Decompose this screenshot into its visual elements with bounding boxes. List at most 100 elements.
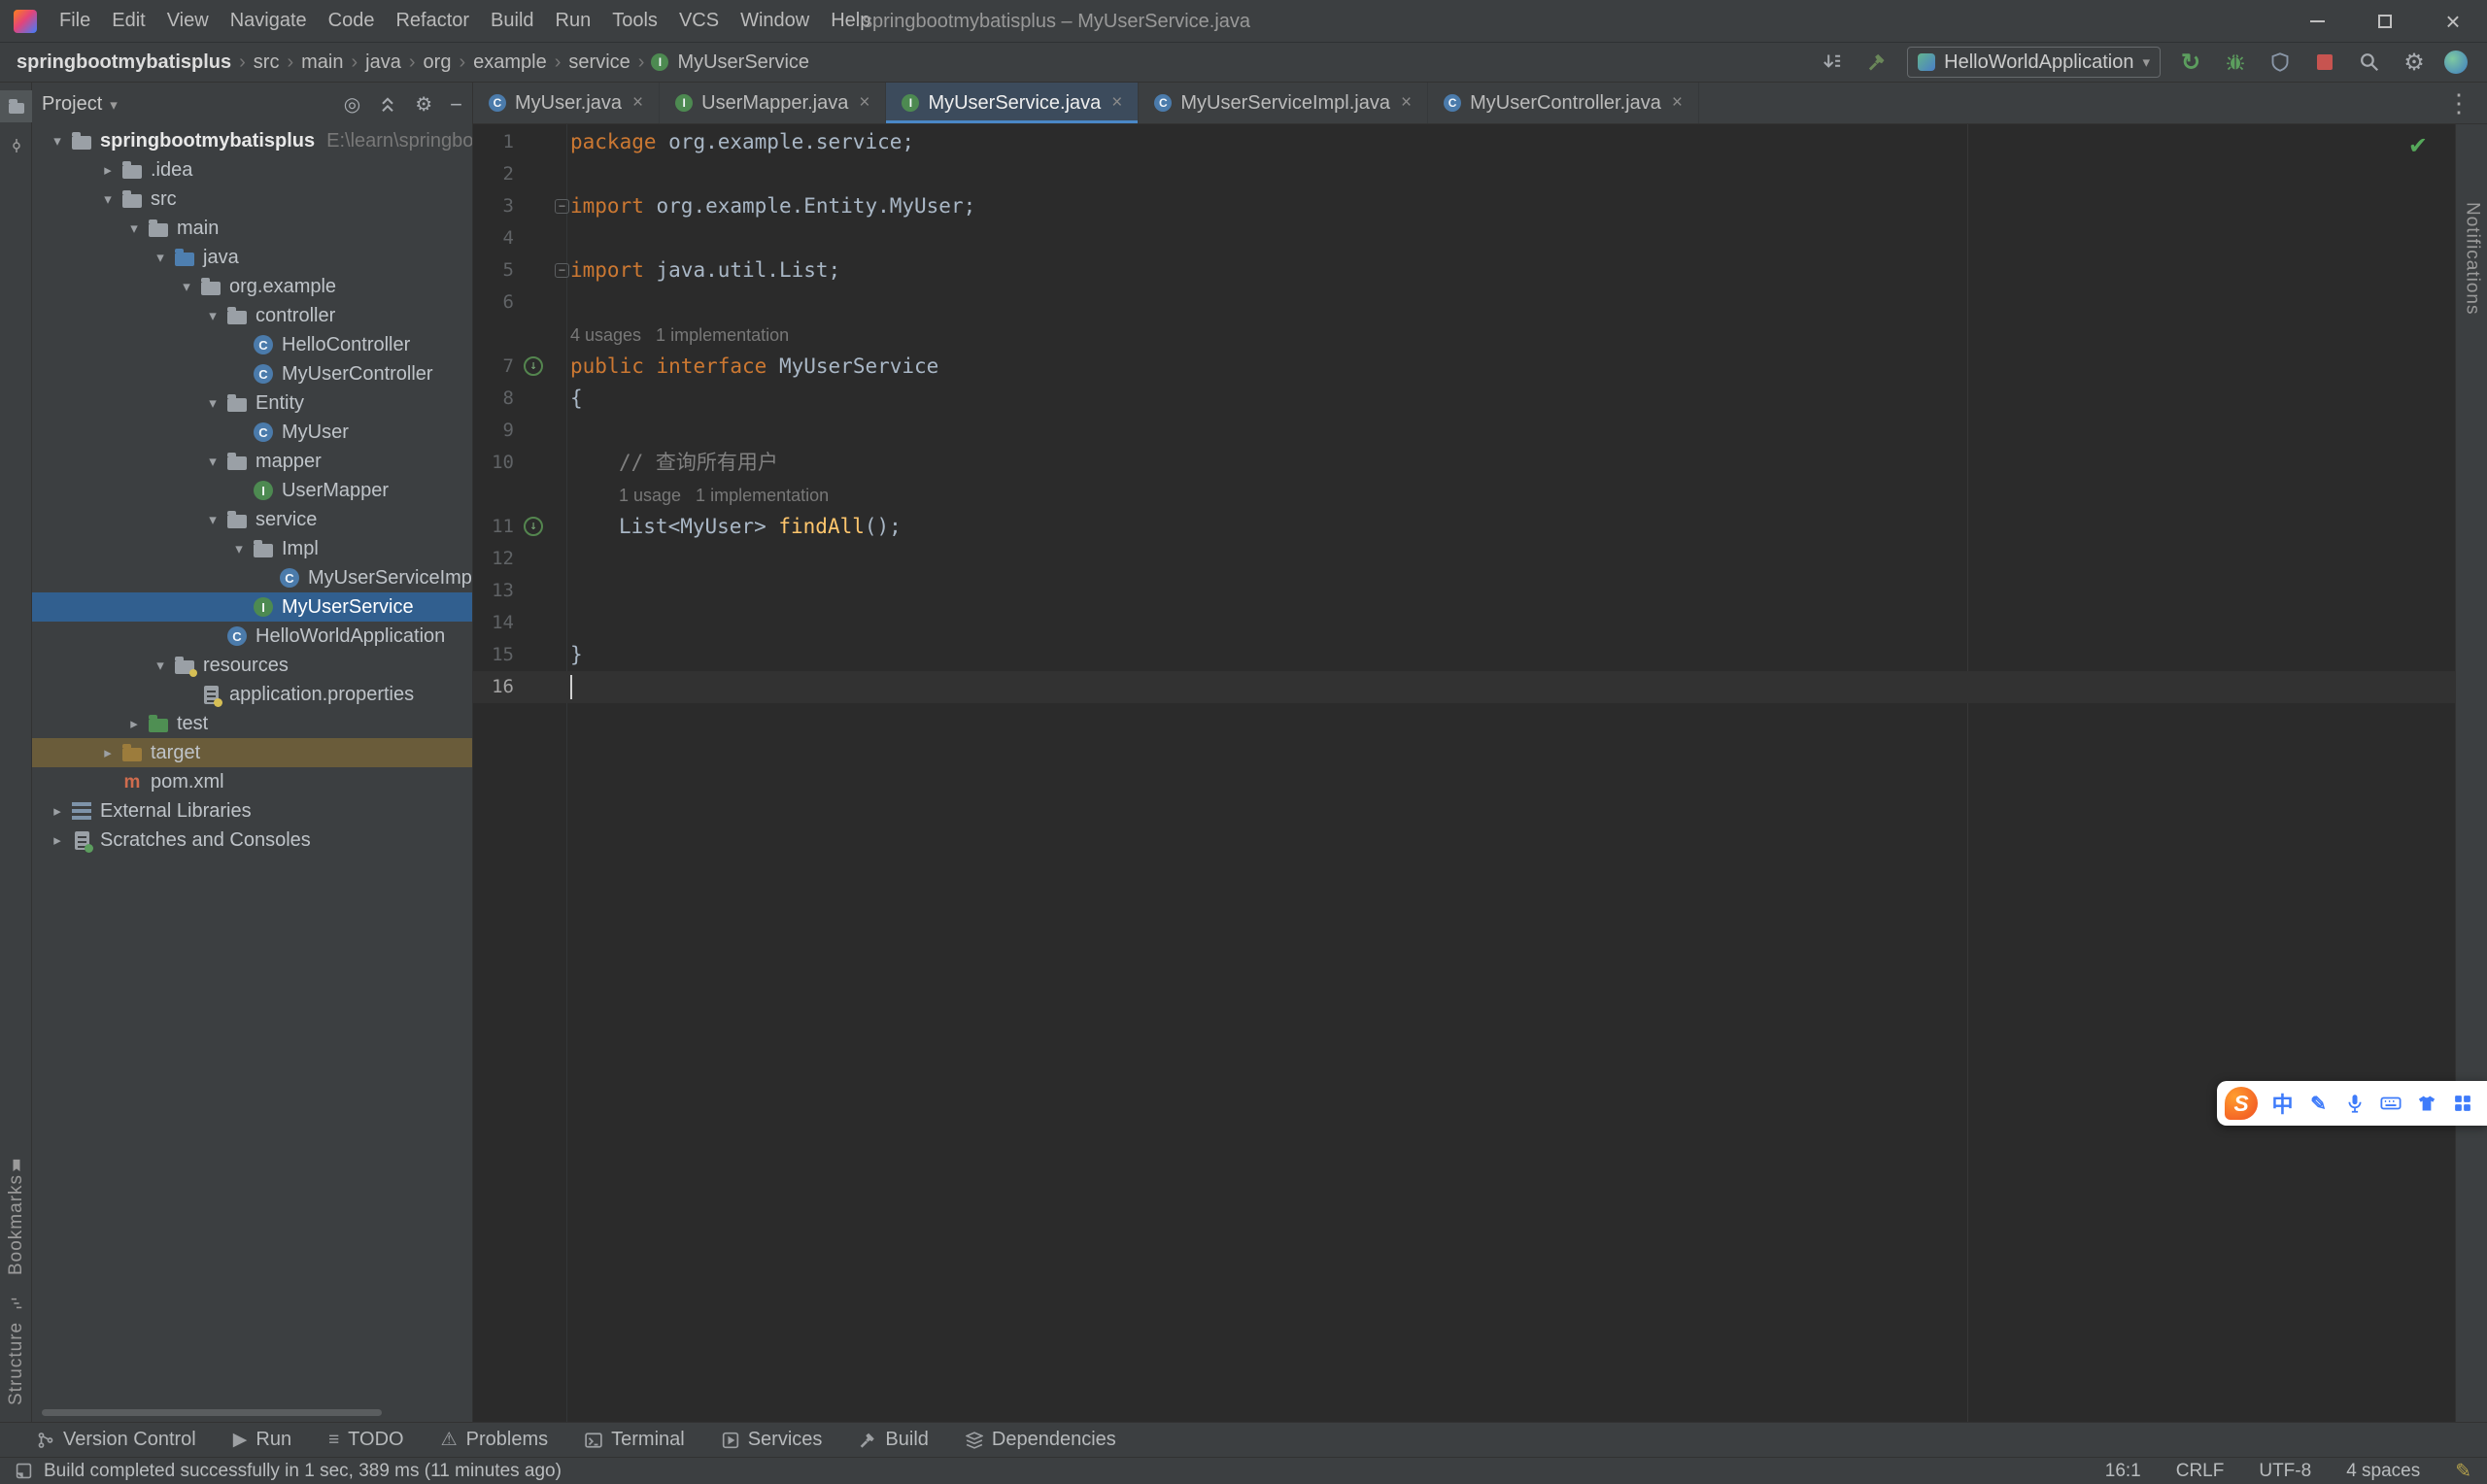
chevron-icon[interactable] [201, 453, 224, 470]
indent-size[interactable]: 4 spaces [2346, 1461, 2420, 1482]
tree-item-resources[interactable]: resources [32, 651, 472, 680]
tree-item-myusercontroller[interactable]: MyUserController [32, 359, 472, 388]
line-number[interactable]: 5 [473, 254, 514, 287]
inlay-hint-line[interactable]: 1 usage 1 implementation [473, 479, 2455, 511]
menu-code[interactable]: Code [318, 0, 386, 42]
line-number[interactable]: 16 [473, 671, 514, 703]
code-line[interactable]: 3import org.example.Entity.MyUser; [473, 190, 2455, 222]
chevron-icon[interactable] [149, 249, 172, 266]
ime-skin-icon[interactable] [2408, 1094, 2444, 1113]
tree-item-scratches[interactable]: Scratches and Consoles [32, 826, 472, 855]
line-number[interactable]: 7 [473, 351, 514, 383]
breadcrumb-org[interactable]: org [419, 50, 457, 76]
close-icon[interactable]: × [1111, 92, 1122, 114]
run-config-selector[interactable]: HelloWorldApplication ▾ [1907, 47, 2161, 78]
tree-item-service[interactable]: service [32, 505, 472, 534]
fold-region-icon[interactable] [555, 199, 569, 214]
chevron-icon[interactable] [46, 132, 69, 150]
debug-bug-icon[interactable] [2221, 48, 2250, 77]
tree-item-main[interactable]: main [32, 214, 472, 243]
menu-tools[interactable]: Tools [601, 0, 668, 42]
breadcrumb-example[interactable]: example [468, 50, 552, 76]
tool-window-notifications[interactable]: Notifications [2456, 202, 2487, 338]
tree-item-project-root[interactable]: springbootmybatisplusE:\learn\springboot [32, 126, 472, 155]
code-line[interactable]: 12 [473, 543, 2455, 575]
close-icon[interactable]: × [859, 92, 869, 114]
chevron-icon[interactable] [201, 394, 224, 412]
tool-window-run[interactable]: ▶ Run [233, 1429, 291, 1451]
tree-item-target[interactable]: target [32, 738, 472, 767]
tree-item-myuserserviceimpl[interactable]: MyUserServiceImpl [32, 563, 472, 592]
chevron-icon[interactable] [96, 744, 119, 761]
writable-pencil-icon[interactable]: ✎ [2455, 1459, 2471, 1483]
chevron-icon[interactable] [122, 219, 146, 237]
menu-navigate[interactable]: Navigate [220, 0, 318, 42]
file-encoding[interactable]: UTF-8 [2259, 1461, 2311, 1482]
coverage-shield-icon[interactable] [2266, 48, 2295, 77]
tree-item-application-properties[interactable]: application.properties [32, 680, 472, 709]
tree-item-org-example[interactable]: org.example [32, 272, 472, 301]
tree-item-controller[interactable]: controller [32, 301, 472, 330]
ime-pen-icon[interactable]: ✎ [2300, 1092, 2336, 1116]
tab-myuserservice[interactable]: MyUserService.java × [886, 83, 1140, 123]
code-line[interactable]: 5import java.util.List; [473, 254, 2455, 287]
settings-gear-icon[interactable]: ⚙ [2400, 48, 2429, 77]
breadcrumb-src[interactable]: src [249, 50, 285, 76]
implemented-marker-icon[interactable] [524, 356, 543, 376]
tree-item-myuserservice[interactable]: MyUserService [32, 592, 472, 622]
breadcrumb-main[interactable]: main [296, 50, 348, 76]
usages-inlay-hint[interactable]: 4 usages 1 implementation [570, 325, 789, 345]
project-tool-icon[interactable] [0, 90, 32, 122]
line-number[interactable]: 10 [473, 447, 514, 479]
build-hammer-icon[interactable] [1862, 48, 1891, 77]
tool-window-todo[interactable]: ≡ TODO [328, 1429, 404, 1451]
tool-window-terminal[interactable]: Terminal [585, 1429, 685, 1451]
tree-item-hellocontroller[interactable]: HelloController [32, 330, 472, 359]
close-icon[interactable]: × [1672, 92, 1683, 114]
horizontal-scrollbar[interactable] [42, 1409, 382, 1416]
locate-file-icon[interactable]: ◎ [344, 92, 360, 117]
chevron-icon[interactable] [96, 190, 119, 208]
code-line[interactable]: 14 [473, 607, 2455, 639]
tree-item-myuser[interactable]: MyUser [32, 418, 472, 447]
search-icon[interactable] [2355, 48, 2384, 77]
minimize-button[interactable] [2283, 0, 2351, 43]
current-code-line[interactable]: 16 [473, 671, 2455, 703]
tab-usermapper[interactable]: UserMapper.java × [660, 83, 887, 123]
line-number[interactable]: 4 [473, 222, 514, 254]
chevron-down-icon[interactable]: ▾ [110, 96, 118, 114]
stop-icon[interactable] [2310, 48, 2339, 77]
tree-item-helloworldapplication[interactable]: HelloWorldApplication [32, 622, 472, 651]
line-number[interactable]: 11 [473, 511, 514, 543]
settings-gear-icon[interactable]: ⚙ [415, 92, 432, 117]
tab-myuserserviceimpl[interactable]: MyUserServiceImpl.java × [1139, 83, 1429, 123]
chevron-icon[interactable] [201, 307, 224, 324]
chevron-icon[interactable] [96, 161, 119, 179]
code-line[interactable]: 9 [473, 415, 2455, 447]
tree-item-usermapper[interactable]: UserMapper [32, 476, 472, 505]
caret-position[interactable]: 16:1 [2105, 1461, 2141, 1482]
line-number[interactable]: 6 [473, 287, 514, 319]
ime-mic-icon[interactable] [2336, 1094, 2372, 1113]
run-icon[interactable]: ↻ [2176, 48, 2205, 77]
close-icon[interactable]: × [632, 92, 643, 114]
menu-view[interactable]: View [156, 0, 220, 42]
tool-windows-toggle-icon[interactable] [16, 1463, 32, 1479]
menu-build[interactable]: Build [480, 0, 544, 42]
close-button[interactable]: × [2419, 0, 2487, 43]
menu-edit[interactable]: Edit [101, 0, 155, 42]
user-avatar[interactable] [2444, 51, 2468, 74]
tree-item-external-libraries[interactable]: External Libraries [32, 796, 472, 826]
tree-item-mapper[interactable]: mapper [32, 447, 472, 476]
tree-item-src[interactable]: src [32, 185, 472, 214]
tool-window-build[interactable]: Build [859, 1429, 929, 1451]
tree-item-pom-xml[interactable]: pom.xml [32, 767, 472, 796]
usages-inlay-hint[interactable]: 1 usage 1 implementation [570, 486, 829, 505]
tree-item-java[interactable]: java [32, 243, 472, 272]
code-line[interactable]: 7public interface MyUserService [473, 351, 2455, 383]
line-number[interactable]: 8 [473, 383, 514, 415]
project-panel-title[interactable]: Project [42, 93, 102, 116]
code-line[interactable]: 11List<MyUser> findAll(); [473, 511, 2455, 543]
breadcrumb-myuserservice[interactable]: MyUserService [672, 50, 814, 76]
maximize-button[interactable] [2351, 0, 2419, 43]
